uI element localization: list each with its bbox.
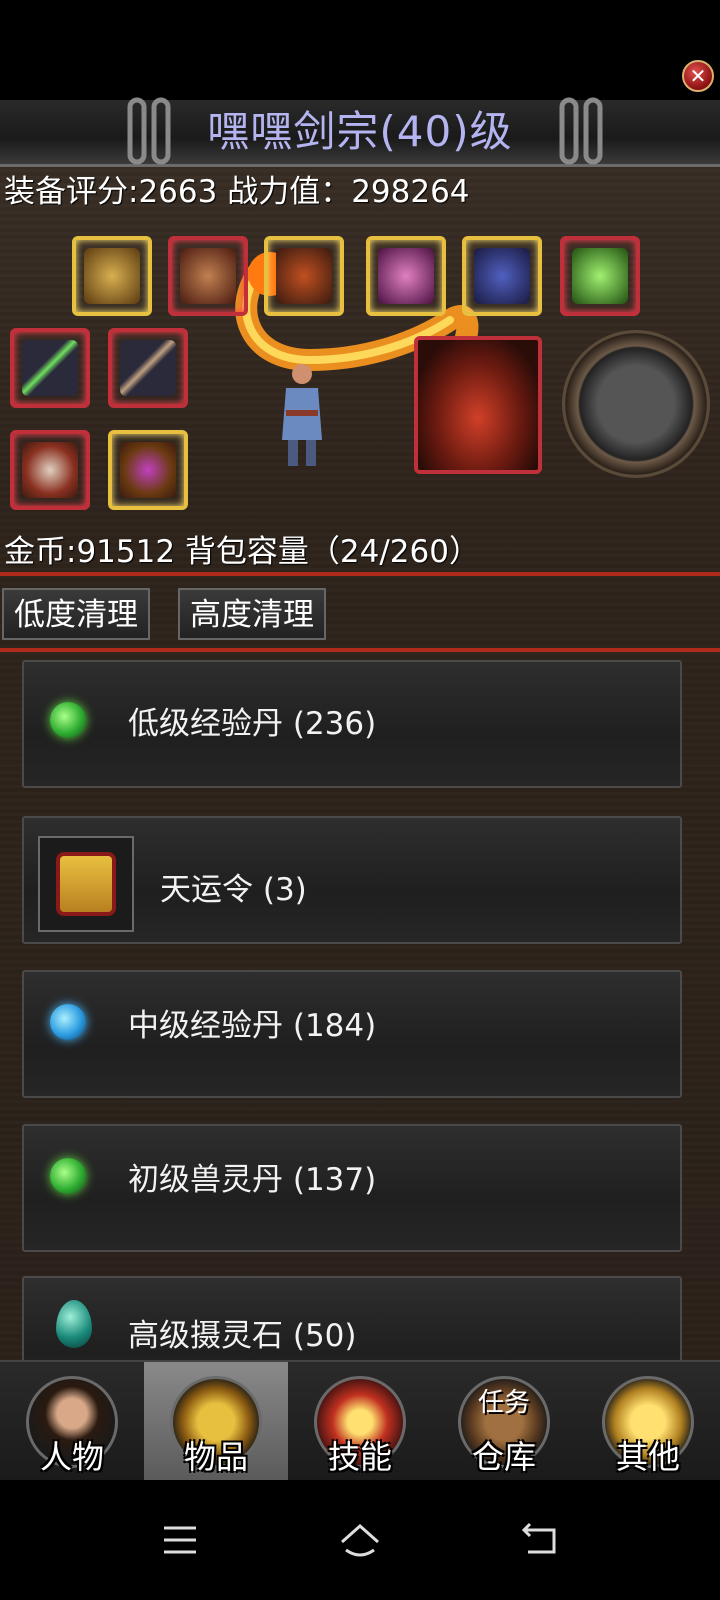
equip-slot-jade[interactable] (560, 236, 640, 316)
list-item-mid-exp-pill[interactable]: 中级经验丹 (184) (22, 970, 682, 1098)
divider-bottom (0, 648, 720, 652)
green-orb-icon (50, 702, 86, 738)
list-item-soul-stone[interactable]: 高级摄灵石 (50) (22, 1276, 682, 1360)
token-icon (56, 852, 116, 916)
list-item-low-exp-pill[interactable]: 低级经验丹 (236) (22, 660, 682, 788)
item-label: 高级摄灵石 (50) (128, 1318, 357, 1354)
home-icon[interactable] (336, 1516, 384, 1564)
tab-label: 其他 (615, 1438, 680, 1476)
tab-skills[interactable]: 技能 (288, 1362, 432, 1482)
item-label: 低级经验丹 (236) (128, 706, 377, 742)
equip-slot-helmet[interactable] (72, 236, 152, 316)
equip-score-text: 装备评分:2663 战力值：298264 (4, 174, 470, 210)
equip-slot-mask[interactable] (10, 430, 90, 510)
equip-slot-belt[interactable] (264, 236, 344, 316)
item-label: 中级经验丹 (184) (128, 1008, 377, 1044)
divider-top (0, 572, 720, 576)
equip-slot-sword-secondary[interactable] (108, 328, 188, 408)
close-button[interactable]: ✕ (682, 60, 714, 92)
pet-slot-fire-turtle[interactable] (414, 336, 542, 474)
list-item-tianyun-token[interactable]: 天运令 (3) (22, 816, 682, 944)
tab-items[interactable]: 物品 (144, 1362, 288, 1482)
equip-slot-armor[interactable] (168, 236, 248, 316)
gold-capacity-text: 金币:91512 背包容量（24/260） (4, 534, 480, 570)
equip-slot-sword-primary[interactable] (10, 328, 90, 408)
close-icon: ✕ (689, 64, 707, 88)
tab-label: 仓库 (471, 1438, 536, 1476)
list-item-beast-spirit-pill[interactable]: 初级兽灵丹 (137) (22, 1124, 682, 1252)
quest-badge: 任务 (477, 1388, 530, 1418)
equipment-area (10, 230, 710, 530)
item-list[interactable]: 低级经验丹 (236) 天运令 (3) 中级经验丹 (184) 初级兽灵丹 (1… (22, 660, 682, 1360)
tab-label: 人物 (39, 1438, 104, 1476)
item-label: 天运令 (3) (160, 872, 307, 908)
low-clean-button[interactable]: 低度清理 (2, 588, 150, 640)
teal-stone-icon (56, 1300, 92, 1348)
tab-label: 技能 (327, 1438, 392, 1476)
tab-character[interactable]: 人物 (0, 1362, 144, 1482)
tab-warehouse[interactable]: 任务 仓库 (432, 1362, 576, 1482)
tab-other[interactable]: 其他 (576, 1362, 720, 1482)
token-icon-frame (38, 836, 134, 932)
back-icon[interactable] (516, 1516, 564, 1564)
bottom-tab-bar: 人物 物品 技能 任务 仓库 其他 (0, 1360, 720, 1482)
equip-slot-boots[interactable] (462, 236, 542, 316)
equip-slot-amulet[interactable] (108, 430, 188, 510)
equip-slot-gloves[interactable] (366, 236, 446, 316)
player-character-icon (282, 364, 322, 466)
item-label: 初级兽灵丹 (137) (128, 1162, 377, 1198)
mount-slot-tiger[interactable] (562, 330, 710, 478)
high-clean-button[interactable]: 高度清理 (178, 588, 326, 640)
system-navigation-bar (0, 1480, 720, 1600)
page-title: 嘿嘿剑宗(40)级 (207, 107, 513, 156)
menu-icon[interactable] (156, 1516, 204, 1564)
tab-label: 物品 (183, 1438, 248, 1476)
blue-orb-icon (50, 1004, 86, 1040)
green-orb-icon (50, 1158, 86, 1194)
